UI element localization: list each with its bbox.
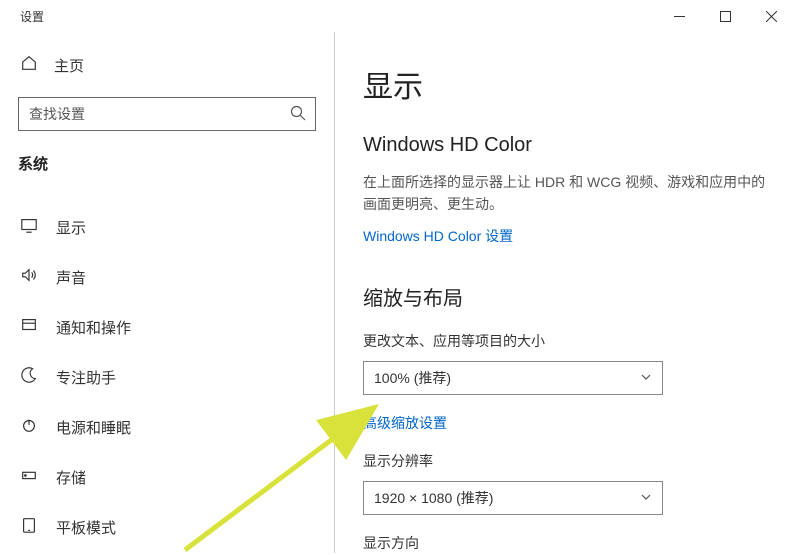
search-container [18,97,316,131]
display-icon [20,216,38,238]
maximize-button[interactable] [702,0,748,32]
nav-item-display[interactable]: 显示 [0,202,334,252]
storage-icon [20,466,38,488]
nav-item-sound[interactable]: 声音 [0,252,334,302]
nav-label: 电源和睡眠 [56,417,131,438]
home-nav[interactable]: 主页 [0,44,334,97]
nav-item-focus[interactable]: 专注助手 [0,352,334,402]
nav-label: 显示 [56,217,86,238]
scale-label: 更改文本、应用等项目的大小 [363,331,766,351]
chevron-down-icon [640,490,652,506]
nav-item-tablet[interactable]: 平板模式 [0,502,334,552]
nav-item-notifications[interactable]: 通知和操作 [0,302,334,352]
window-title: 设置 [20,8,44,25]
resolution-label: 显示分辨率 [363,451,766,471]
page-title: 显示 [363,62,766,106]
scale-dropdown[interactable]: 100% (推荐) [363,361,663,395]
sound-icon [20,266,38,288]
chevron-down-icon [640,370,652,386]
moon-icon [20,366,38,388]
hd-color-link[interactable]: Windows HD Color 设置 [363,226,513,246]
resolution-dropdown[interactable]: 1920 × 1080 (推荐) [363,481,663,515]
nav-label: 专注助手 [56,367,116,388]
scaling-title: 缩放与布局 [363,282,766,311]
nav-label: 声音 [56,267,86,288]
nav-label: 存储 [56,467,86,488]
search-input[interactable] [18,97,316,131]
hd-color-title: Windows HD Color [363,134,766,157]
scale-value: 100% (推荐) [374,368,451,388]
window-controls [656,0,794,32]
minimize-button[interactable] [656,0,702,32]
orientation-label: 显示方向 [363,533,766,553]
home-icon [20,54,38,77]
nav-item-storage[interactable]: 存储 [0,452,334,502]
advanced-scaling-link[interactable]: 高级缩放设置 [363,413,447,433]
titlebar: 设置 [0,0,794,32]
nav-item-power[interactable]: 电源和睡眠 [0,402,334,452]
notifications-icon [20,316,38,338]
power-icon [20,416,38,438]
tablet-icon [20,516,38,538]
close-button[interactable] [748,0,794,32]
nav-label: 通知和操作 [56,317,131,338]
content-area: 显示 Windows HD Color 在上面所选择的显示器上让 HDR 和 W… [335,32,794,553]
home-label: 主页 [54,55,84,76]
category-label: 系统 [0,153,334,202]
hd-color-desc: 在上面所选择的显示器上让 HDR 和 WCG 视频、游戏和应用中的画面更明亮、更… [363,171,766,216]
nav-label: 平板模式 [56,517,116,538]
resolution-value: 1920 × 1080 (推荐) [374,488,493,508]
sidebar: 主页 系统 显示 声音 通知和操作 [0,32,335,553]
search-icon [290,105,306,126]
